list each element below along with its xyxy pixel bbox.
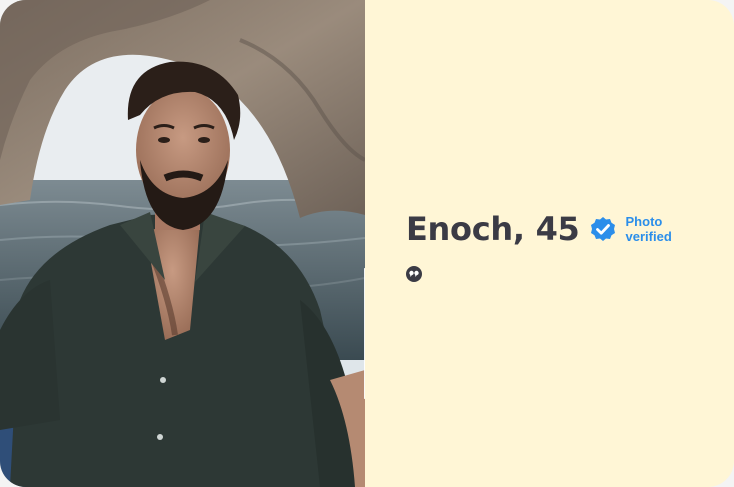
name-row: Enoch, 45 Photo verified bbox=[406, 210, 672, 248]
expand-icon[interactable] bbox=[323, 14, 365, 399]
photo-verified-line1: Photo bbox=[625, 214, 663, 229]
photo-verified-label: Photo verified bbox=[626, 214, 672, 244]
profile-photo[interactable] bbox=[0, 0, 365, 487]
verified-check-icon bbox=[590, 216, 616, 242]
profile-name-age: Enoch, 45 bbox=[406, 210, 580, 248]
profile-photo-illustration bbox=[0, 0, 365, 487]
profile-info-panel: Enoch, 45 Photo verified bbox=[365, 0, 734, 487]
profile-card[interactable]: Enoch, 45 Photo verified bbox=[0, 0, 734, 487]
quote-icon[interactable] bbox=[406, 266, 422, 282]
photo-verified-line2: verified bbox=[625, 229, 672, 244]
